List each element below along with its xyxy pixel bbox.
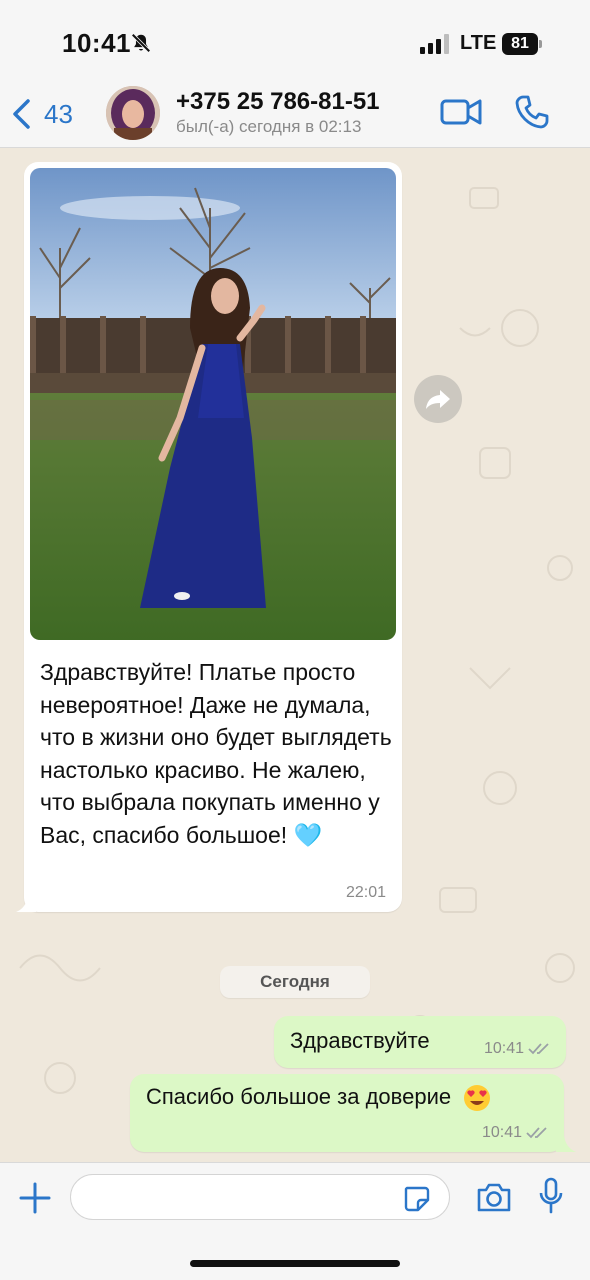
message-text: Спасибо большое за доверие xyxy=(146,1084,491,1112)
incoming-message[interactable]: Здравствуйте! Платье просто невероятное!… xyxy=(24,162,402,912)
message-text-content: Здравствуйте! Платье просто невероятное!… xyxy=(40,659,392,848)
battery-icon: 81 xyxy=(502,33,542,55)
message-photo[interactable] xyxy=(30,168,396,640)
composer-bar xyxy=(0,1162,590,1280)
back-button[interactable]: 43 xyxy=(10,94,80,134)
chat-area[interactable]: Здравствуйте! Платье просто невероятное!… xyxy=(0,148,590,1162)
home-indicator xyxy=(190,1260,400,1267)
double-check-icon xyxy=(526,1127,547,1139)
sticker-icon[interactable] xyxy=(402,1184,430,1212)
message-text: Здравствуйте xyxy=(290,1028,430,1053)
camera-icon[interactable] xyxy=(476,1181,512,1213)
message-text-content: Спасибо большое за доверие xyxy=(146,1084,452,1109)
message-input-box[interactable] xyxy=(70,1174,450,1220)
date-separator: Сегодня xyxy=(220,966,370,998)
microphone-icon[interactable] xyxy=(538,1177,564,1215)
battery-level: 81 xyxy=(502,33,538,55)
message-input[interactable] xyxy=(85,1183,385,1211)
top-bar: 10:41 LTE 81 43 +375 25 786-81-51 был(-а… xyxy=(0,0,590,148)
bubble-tail xyxy=(556,1136,576,1152)
outgoing-message[interactable]: Здравствуйте 10:41 xyxy=(274,1016,566,1068)
message-text: Здравствуйте! Платье просто невероятное!… xyxy=(40,656,392,851)
message-time: 10:41 xyxy=(483,1040,524,1057)
battery-nub xyxy=(539,40,542,48)
unread-count: 43 xyxy=(44,98,73,129)
heart-eyes-emoji-icon xyxy=(464,1085,491,1112)
contact-name[interactable]: +375 25 786-81-51 xyxy=(176,88,380,116)
bubble-tail xyxy=(16,896,36,912)
plus-icon[interactable] xyxy=(18,1181,52,1215)
status-time: 10:41 xyxy=(62,28,131,58)
phone-icon[interactable] xyxy=(514,94,550,130)
signal-bars-icon xyxy=(420,34,449,54)
last-seen: был(-а) сегодня в 02:13 xyxy=(176,117,362,136)
video-call-icon[interactable] xyxy=(440,96,482,128)
message-time: 22:01 xyxy=(345,884,386,901)
emoji xyxy=(463,1084,491,1112)
avatar-image xyxy=(106,86,160,140)
message-meta: 10:41 xyxy=(482,1124,550,1142)
bell-slash-icon xyxy=(131,33,151,53)
forward-arrow-icon xyxy=(426,390,450,409)
avatar[interactable] xyxy=(106,86,160,140)
forward-button[interactable] xyxy=(414,375,462,423)
photo-image xyxy=(30,168,396,640)
outgoing-message[interactable]: Спасибо большое за доверие 10:41 xyxy=(130,1074,564,1152)
chevron-left-icon xyxy=(13,99,30,129)
network-type: LTE xyxy=(460,32,497,54)
message-meta: 10:41 xyxy=(484,1040,552,1058)
double-check-icon xyxy=(528,1043,549,1055)
message-time: 10:41 xyxy=(481,1124,522,1141)
